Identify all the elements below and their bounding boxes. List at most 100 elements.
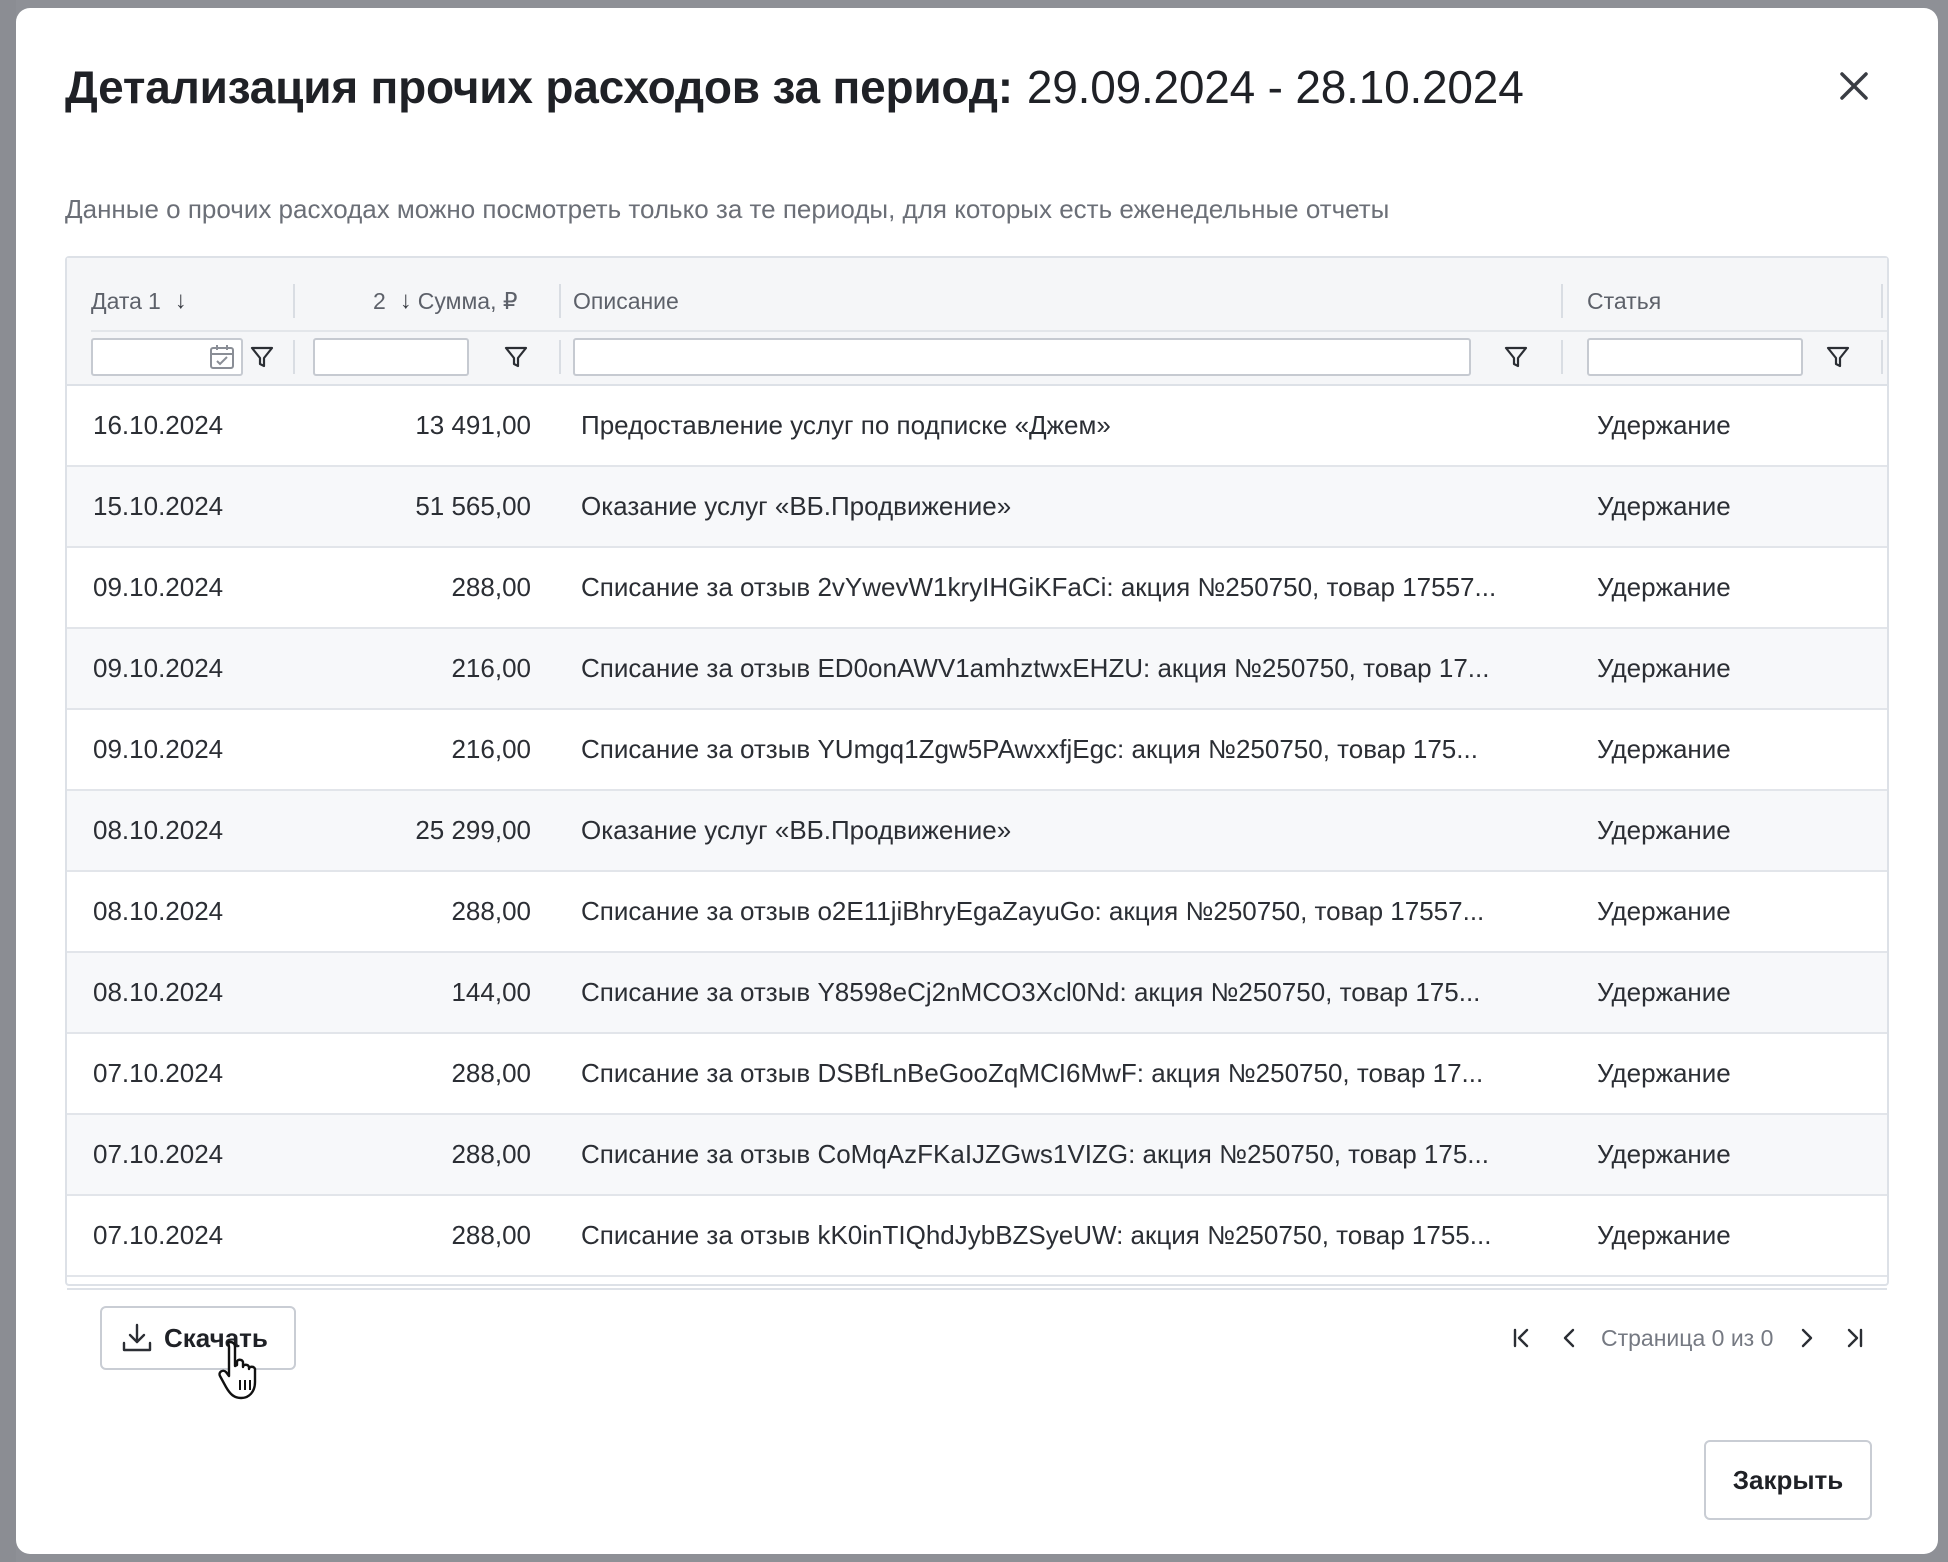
column-separator[interactable] — [559, 284, 561, 318]
cell-date: 09.10.2024 — [93, 572, 224, 602]
column-label-sum: Сумма, ₽ — [417, 287, 518, 314]
cell-article: Удержание — [1597, 491, 1731, 521]
cell-article: Удержание — [1597, 1058, 1731, 1088]
funnel-icon[interactable] — [249, 344, 275, 370]
hand-cursor-icon — [218, 1340, 257, 1400]
cell-date: 09.10.2024 — [93, 653, 224, 683]
cell-sum: 288,00 — [451, 572, 531, 602]
close-icon-svg — [1840, 72, 1868, 100]
column-header-sum[interactable]: 2 ↓ Сумма, ₽ — [373, 284, 517, 318]
last-page-icon[interactable] — [1839, 1323, 1869, 1353]
cell-article: Удержание — [1597, 977, 1731, 1007]
cell-date: 08.10.2024 — [93, 896, 224, 926]
cell-date: 09.10.2024 — [93, 734, 224, 764]
cell-sum: 13 491,00 — [415, 410, 531, 440]
cell-date: 07.10.2024 — [93, 1058, 224, 1088]
next-page-icon[interactable] — [1791, 1323, 1821, 1353]
cell-description: Предоставление услуг по подписке «Джем» — [581, 410, 1111, 440]
column-label-description: Описание — [573, 287, 679, 314]
cell-article: Удержание — [1597, 1220, 1731, 1250]
table-footer-divider — [67, 1288, 1887, 1290]
cell-description: Списание за отзыв Y8598eCj2nMCO3Xcl0Nd: … — [581, 977, 1481, 1007]
cell-description: Оказание услуг «ВБ.Продвижение» — [581, 815, 1012, 845]
description-filter-input[interactable] — [573, 338, 1471, 376]
column-header-article[interactable]: Статья — [1587, 284, 1661, 318]
cell-article: Удержание — [1597, 734, 1731, 764]
calendar-icon[interactable] — [207, 342, 237, 372]
cell-sum: 288,00 — [451, 1220, 531, 1250]
table-row[interactable]: 09.10.2024 288,00 Списание за отзыв 2vYw… — [67, 548, 1887, 629]
table-row[interactable]: 07.10.2024 288,00 Списание за отзыв CoMq… — [67, 1115, 1887, 1196]
funnel-icon[interactable] — [503, 344, 529, 370]
close-button[interactable]: Закрыть — [1704, 1440, 1872, 1520]
cell-sum: 288,00 — [451, 1058, 531, 1088]
modal-title-text: Детализация прочих расходов за период: — [65, 61, 1013, 113]
expenses-table: Дата 1 ↓ 2 ↓ Сумма, ₽ Описание Статья 16… — [65, 256, 1889, 1370]
cell-sum: 144,00 — [451, 977, 531, 1007]
sort-order-date: 1 — [147, 287, 161, 314]
table-row[interactable]: 07.10.2024 288,00 Списание за отзыв DSBf… — [67, 1034, 1887, 1115]
backdrop — [0, 0, 16, 1562]
cell-description: Списание за отзыв YUmgq1Zgw5PAwxxfjEgc: … — [581, 734, 1478, 764]
close-icon[interactable] — [1828, 60, 1880, 112]
column-label-article: Статья — [1587, 287, 1662, 314]
cell-date: 08.10.2024 — [93, 815, 224, 845]
cell-sum: 288,00 — [451, 1139, 531, 1169]
table-row[interactable]: 07.10.2024 288,00 Списание за отзыв kK0i… — [67, 1196, 1887, 1277]
column-header-description[interactable]: Описание — [573, 284, 679, 318]
arrow-down-icon: ↓ — [174, 287, 187, 314]
expense-details-modal: Детализация прочих расходов за период: 29… — [16, 8, 1938, 1554]
cell-sum: 25 299,00 — [415, 815, 531, 845]
cell-article: Удержание — [1597, 410, 1731, 440]
sum-filter-input[interactable] — [313, 338, 469, 376]
column-label-date: Дата — [91, 287, 142, 314]
cell-description: Списание за отзыв ED0onAWV1amhztwxEHZU: … — [581, 653, 1490, 683]
cell-date: 08.10.2024 — [93, 977, 224, 1007]
cell-article: Удержание — [1597, 1139, 1731, 1169]
table-row[interactable]: 15.10.2024 51 565,00 Оказание услуг «ВБ.… — [67, 467, 1887, 548]
cell-description: Списание за отзыв CoMqAzFKaIJZGws1VIZG: … — [581, 1139, 1489, 1169]
column-separator[interactable] — [1561, 284, 1563, 318]
cell-sum: 216,00 — [451, 653, 531, 683]
first-page-icon[interactable] — [1507, 1323, 1537, 1353]
article-filter-input[interactable] — [1587, 338, 1803, 376]
pagination: Страница 0 из 0 — [1507, 1318, 1869, 1358]
table-body: 16.10.2024 13 491,00 Предоставление услу… — [67, 386, 1887, 1277]
table-row[interactable]: 08.10.2024 144,00 Списание за отзыв Y859… — [67, 953, 1887, 1034]
table-row[interactable]: 08.10.2024 25 299,00 Оказание услуг «ВБ.… — [67, 791, 1887, 872]
cell-date: 07.10.2024 — [93, 1139, 224, 1169]
table-row[interactable]: 09.10.2024 216,00 Списание за отзыв ED0o… — [67, 629, 1887, 710]
column-separator — [293, 340, 295, 374]
funnel-icon[interactable] — [1825, 344, 1851, 370]
column-header-date[interactable]: Дата 1 ↓ — [91, 284, 193, 318]
table-row[interactable]: 16.10.2024 13 491,00 Предоставление услу… — [67, 386, 1887, 467]
cell-article: Удержание — [1597, 653, 1731, 683]
cell-description: Оказание услуг «ВБ.Продвижение» — [581, 491, 1012, 521]
cell-article: Удержание — [1597, 815, 1731, 845]
cell-date: 15.10.2024 — [93, 491, 224, 521]
cell-date: 07.10.2024 — [93, 1220, 224, 1250]
column-separator — [559, 340, 561, 374]
cell-description: Списание за отзыв o2E11jiBhryEgaZayuGo: … — [581, 896, 1485, 926]
cell-sum: 51 565,00 — [415, 491, 531, 521]
funnel-icon[interactable] — [1503, 344, 1529, 370]
table-row[interactable]: 08.10.2024 288,00 Списание за отзыв o2E1… — [67, 872, 1887, 953]
table-header: Дата 1 ↓ 2 ↓ Сумма, ₽ Описание Статья — [67, 258, 1887, 386]
column-separator[interactable] — [293, 284, 295, 318]
column-separator — [1561, 340, 1563, 374]
column-separator — [1881, 340, 1883, 374]
table-row[interactable]: 09.10.2024 216,00 Списание за отзыв YUmg… — [67, 710, 1887, 791]
header-divider — [91, 330, 1887, 332]
modal-period: 29.09.2024 - 28.10.2024 — [1026, 61, 1524, 113]
pagination-text: Страница 0 из 0 — [1601, 1324, 1774, 1351]
cell-article: Удержание — [1597, 572, 1731, 602]
cell-sum: 216,00 — [451, 734, 531, 764]
column-separator[interactable] — [1881, 284, 1883, 318]
prev-page-icon[interactable] — [1555, 1323, 1585, 1353]
cell-description: Списание за отзыв DSBfLnBeGooZqMCI6MwF: … — [581, 1058, 1484, 1088]
download-icon — [122, 1323, 152, 1352]
cell-description: Списание за отзыв kK0inTIQhdJybBZSyeUW: … — [581, 1220, 1492, 1250]
sort-order-sum: 2 — [373, 287, 386, 314]
modal-title: Детализация прочих расходов за период: 29… — [65, 60, 1524, 114]
arrow-down-icon: ↓ — [399, 287, 412, 314]
